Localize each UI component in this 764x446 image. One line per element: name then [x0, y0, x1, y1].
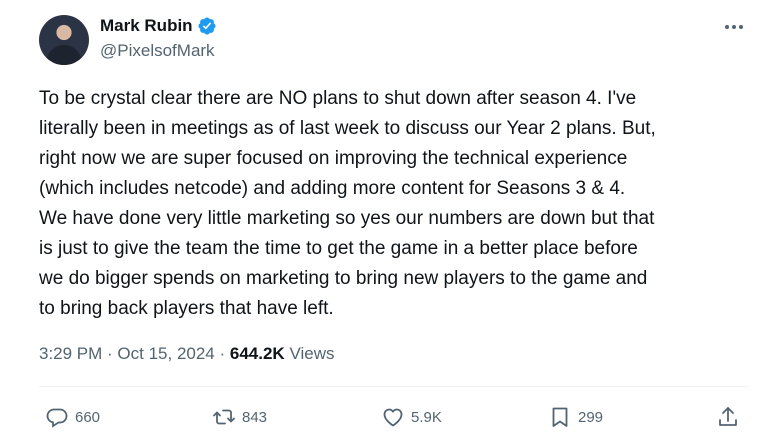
repost-icon	[213, 409, 235, 425]
repost-button[interactable]: 843	[212, 404, 267, 430]
like-button[interactable]: 5.9K	[381, 404, 442, 430]
tweet-text: To be crystal clear there are NO plans t…	[39, 88, 656, 319]
tweet-time[interactable]: 3:29 PM	[39, 344, 102, 363]
avatar[interactable]	[39, 15, 89, 65]
author-name[interactable]: Mark Rubin	[100, 16, 193, 36]
heart-icon	[383, 408, 403, 427]
bookmark-button[interactable]: 299	[548, 404, 603, 430]
divider	[39, 386, 748, 387]
more-horizontal-icon[interactable]	[723, 17, 745, 37]
reply-icon	[46, 408, 68, 428]
bookmark-icon	[552, 407, 568, 427]
views-count: 644.2K	[229, 344, 285, 363]
share-icon	[719, 407, 737, 426]
share-button[interactable]	[716, 404, 740, 430]
reply-count: 660	[75, 408, 101, 426]
repost-count: 843	[242, 408, 268, 426]
author-handle[interactable]: @PixelsofMark	[100, 41, 215, 61]
views-label: Views	[289, 344, 335, 363]
like-count: 5.9K	[411, 408, 442, 426]
bookmark-count: 299	[578, 408, 604, 426]
verified-badge-icon	[198, 17, 216, 35]
reply-button[interactable]: 660	[45, 404, 100, 430]
tweet-meta: 3:29 PM · Oct 15, 2024 · 644.2K Views	[39, 344, 335, 363]
author-name-row: Mark Rubin	[100, 16, 217, 36]
tweet-date[interactable]: Oct 15, 2024	[117, 344, 214, 363]
